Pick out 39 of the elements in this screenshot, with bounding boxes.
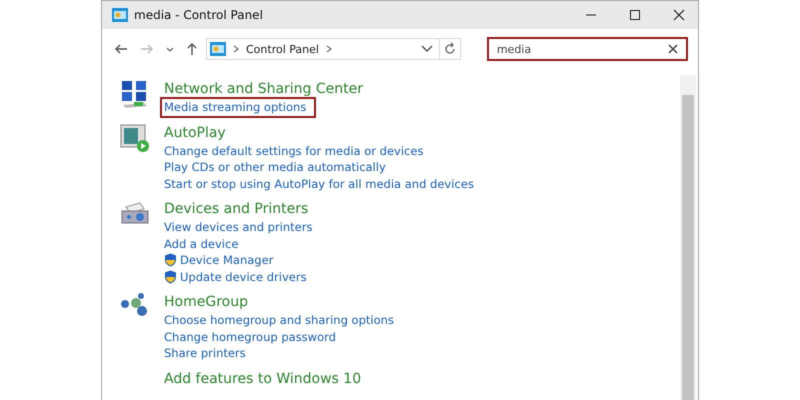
homegroup-icon [120,292,150,318]
window-title: media - Control Panel [134,8,263,22]
scrollbar[interactable] [680,75,696,400]
maximize-icon [629,9,641,21]
scrollbar-thumb[interactable] [682,95,694,400]
address-bar[interactable]: Control Panel [206,38,461,60]
search-field[interactable]: media [486,37,688,61]
task-link[interactable]: Choose homegroup and sharing options [164,312,394,328]
control-panel-icon [210,42,226,56]
task-link[interactable]: Device Manager [164,252,274,268]
section-title[interactable]: Devices and Printers [164,199,308,219]
dropdown-caret-icon[interactable] [420,44,433,54]
network-computers-icon [120,79,150,109]
refresh-icon [442,42,457,56]
task-link[interactable]: Change homegroup password [164,328,336,345]
up-arrow-icon[interactable] [186,42,198,56]
task-link[interactable]: Add a device [164,236,238,252]
task-link[interactable]: Update device drivers [164,268,307,285]
breadcrumb-item[interactable]: Control Panel [246,42,319,56]
autoplay-icon [120,122,150,152]
chevron-icon [232,44,240,54]
task-link[interactable]: View devices and printers [164,219,312,236]
task-link[interactable]: Change default settings for media or devices [164,142,424,159]
section-title[interactable]: Network and Sharing Center [164,79,364,99]
close-icon [673,9,685,21]
task-link[interactable]: Start or stop using AutoPlay for all media and devices [164,176,474,192]
clear-icon[interactable] [668,44,678,54]
back-arrow-icon[interactable] [114,43,128,55]
section-title[interactable]: AutoPlay [164,122,226,142]
search-value: media [496,42,532,56]
shield-icon [164,253,177,268]
task-link[interactable]: Media streaming options [162,99,314,116]
task-link[interactable]: Share printers [164,345,246,362]
shield-icon [164,270,177,284]
section-title[interactable]: Add features to Windows 10 [164,368,362,388]
section-title[interactable]: HomeGroup [164,292,248,312]
control-panel-icon [112,8,128,22]
task-link[interactable]: Play CDs or other media automatically [164,159,386,176]
chevron-icon [324,44,333,54]
